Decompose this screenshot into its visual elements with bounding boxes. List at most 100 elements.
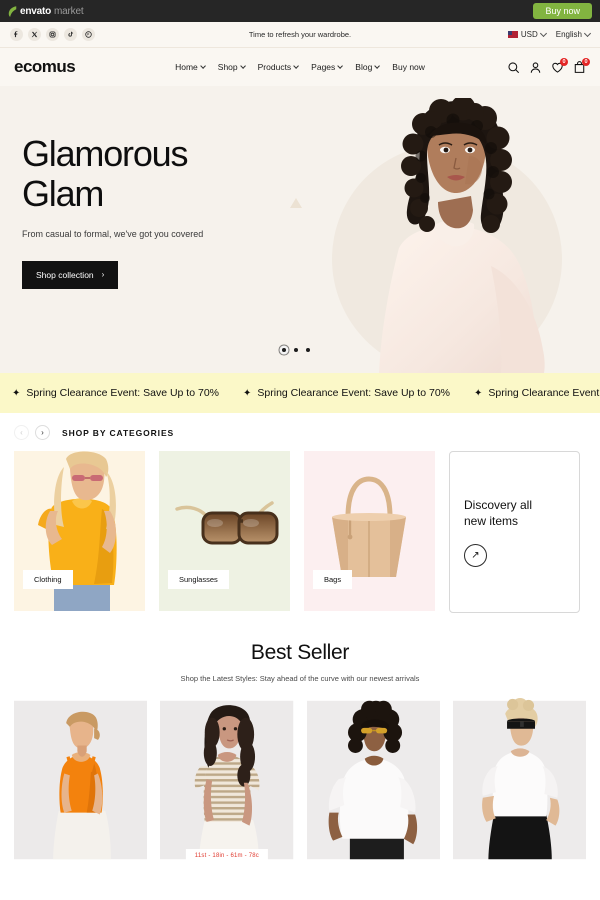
hero-title: Glamorous Glam [22,133,312,215]
category-card-bags[interactable]: Bags [304,451,435,611]
shop-collection-button[interactable]: Shop collection › [22,260,119,289]
category-label-sunglasses: Sunglasses [168,570,229,589]
envato-leaf-icon [8,5,17,17]
nav-label: Blog [355,62,373,72]
cart-icon[interactable]: 0 [573,57,590,74]
search-icon[interactable] [507,61,520,74]
chevron-down-icon [583,29,592,38]
hero-copy: Glamorous Glam From casual to formal, we… [22,133,312,289]
account-icon[interactable] [529,61,542,74]
sparkle-icon: ✦ [474,387,483,399]
marquee-text: Spring Clearance Event: Save Up to 70% [257,387,450,399]
envato-buy-now-button[interactable]: Buy now [533,2,592,20]
social-links [10,28,95,41]
chevron-down-icon [374,63,381,69]
promo-marquee: ✦ Spring Clearance Event: Save Up to 70%… [0,373,600,413]
discovery-text: Discovery all new items [464,497,565,529]
product-image-white-oversized-tee [306,700,440,860]
nav-label: Products [257,62,292,72]
hero-title-line2: Glam [22,173,104,215]
carousel-dot-2[interactable] [294,348,298,352]
currency-selector[interactable]: USD [507,29,547,39]
instagram-icon[interactable] [46,28,59,41]
x-twitter-icon[interactable] [28,28,41,41]
discovery-arrow-icon[interactable]: ↗ [464,544,487,568]
marquee-text: Spring Clearance Event: Save Up to 70% [488,387,600,399]
envato-logo[interactable]: envato market [8,5,84,17]
product-image-orange-tank-top [14,700,148,860]
carousel-dot-3[interactable] [306,348,310,352]
main-navigation: Home Shop Products Pages Blog Buy now [175,62,425,72]
top-bar-selectors: USD English [507,29,592,39]
sparkle-icon: ✦ [12,387,21,399]
product-image-white-tee-black-skirt [452,698,586,860]
nav-item-blog[interactable]: Blog [355,62,381,72]
hero-carousel-dots [282,348,310,352]
carousel-dot-1[interactable] [282,348,286,352]
sparkle-icon: ✦ [243,387,252,399]
market-wordmark: market [54,5,84,17]
hero-banner: Glamorous Glam From casual to formal, we… [0,86,600,373]
site-logo[interactable]: ecomus [14,57,76,77]
chevron-down-icon [199,63,206,69]
categories-next-button[interactable]: › [35,425,50,440]
categories-grid: Clothing Sunglasses Bags Discovery all n… [14,451,586,613]
best-seller-section: Best Seller Shop the Latest Styles: Stay… [0,613,600,695]
wishlist-count-badge: 0 [560,57,568,66]
cart-count-badge: 0 [582,57,590,66]
envato-wordmark: envato [20,5,52,17]
category-card-sunglasses[interactable]: Sunglasses [159,451,290,611]
product-card-white-oversized-tee[interactable] [306,695,440,865]
chevron-down-icon [239,63,246,69]
product-card-striped-tee[interactable]: 11st - 18in - 61m - 78c [160,695,294,865]
best-seller-product-grid: 11st - 18in - 61m - 78c [0,695,600,865]
envato-market-bar: envato market Buy now [0,0,600,22]
nav-item-shop[interactable]: Shop [217,62,246,72]
top-utility-bar: Time to refresh your wardrobe. USD Engli… [0,22,600,48]
category-label-bags: Bags [313,570,353,589]
shop-by-categories-section: ‹ › SHOP BY CATEGORIES Clothing Sunglass… [0,413,600,613]
categories-header: ‹ › SHOP BY CATEGORIES [14,425,586,440]
nav-item-home[interactable]: Home [175,62,206,72]
chevron-down-icon [337,63,344,69]
nav-label: Home [175,62,198,72]
categories-prev-button[interactable]: ‹ [14,425,29,440]
tiktok-icon[interactable] [64,28,77,41]
language-label: English [555,30,582,39]
product-size-badges: 11st - 18in - 61m - 78c [185,849,268,863]
shop-collection-label: Shop collection [36,269,94,280]
nav-item-pages[interactable]: Pages [311,62,344,72]
marquee-text: Spring Clearance Event: Save Up to 70% [26,387,219,399]
discovery-line1: Discovery all [464,497,533,512]
pinterest-icon[interactable] [82,28,95,41]
nav-item-buy-now[interactable]: Buy now [392,62,425,72]
chevron-down-icon [539,29,547,38]
currency-label: USD [520,30,538,39]
best-seller-subtitle: Shop the Latest Styles: Stay ahead of th… [180,674,420,683]
wishlist-heart-icon[interactable]: 0 [551,57,568,74]
nav-label: Shop [217,62,238,72]
us-flag-icon [507,31,518,38]
discovery-line2: new items [464,514,519,528]
marquee-item: ✦ Spring Clearance Event: Save Up to 70% [0,387,231,399]
marquee-item: ✦ Spring Clearance Event: Save Up to 70% [462,387,600,399]
header-action-icons: 0 0 [507,57,590,74]
category-label-clothing: Clothing [23,570,73,589]
hero-title-line1: Glamorous [22,133,188,174]
categories-section-title: SHOP BY CATEGORIES [62,427,175,438]
product-card-orange-tank-top[interactable] [14,695,148,865]
product-card-white-tee-black-skirt[interactable] [452,695,586,865]
chevron-right-icon: › [101,270,105,280]
marquee-item: ✦ Spring Clearance Event: Save Up to 70% [231,387,462,399]
language-selector[interactable]: English [555,29,592,39]
chevron-down-icon [293,63,300,69]
hero-model-image [379,98,545,373]
product-image-striped-tee [160,700,294,860]
discovery-all-new-items-card[interactable]: Discovery all new items ↗ [449,451,580,613]
category-card-clothing[interactable]: Clothing [14,451,145,611]
best-seller-title: Best Seller [250,641,350,664]
nav-item-products[interactable]: Products [257,62,300,72]
facebook-icon[interactable] [10,28,23,41]
nav-label: Pages [311,62,336,72]
hero-subtitle: From casual to formal, we've got you cov… [22,228,204,239]
